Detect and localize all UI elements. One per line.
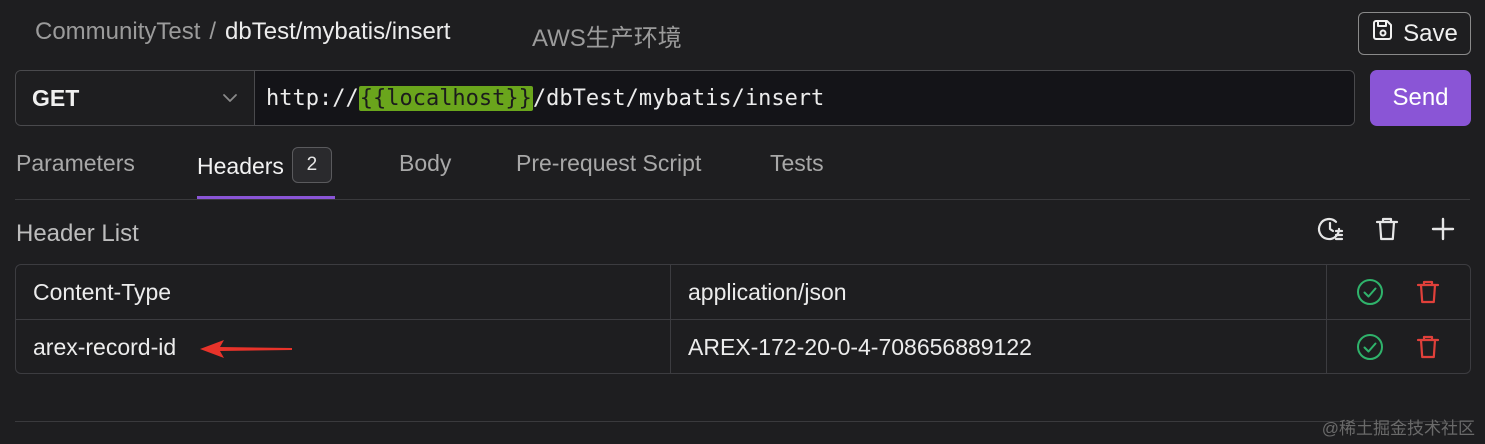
history-icon[interactable]: [1315, 214, 1345, 244]
url-suffix: /dbTest/mybatis/insert: [532, 85, 825, 111]
add-header-plus-icon[interactable]: [1428, 214, 1458, 244]
header-key: Content-Type: [33, 278, 172, 305]
url-input[interactable]: http://{{localhost}}/dbTest/mybatis/inse…: [255, 71, 1354, 125]
tab-tests[interactable]: Tests: [770, 150, 824, 177]
method-value: GET: [32, 84, 80, 111]
headers-count-badge: 2: [291, 147, 332, 183]
save-button[interactable]: Save: [1358, 12, 1471, 55]
tab-headers[interactable]: Headers 2: [197, 147, 332, 186]
header-value: application/json: [688, 278, 847, 305]
delete-row-trash-icon[interactable]: [1413, 332, 1443, 362]
header-key-cell[interactable]: arex-record-id: [16, 320, 671, 373]
environment-label[interactable]: AWS生产环境: [532, 18, 682, 53]
watermark: @稀土掘金技术社区: [1321, 419, 1475, 438]
header-key-cell[interactable]: Content-Type: [16, 265, 671, 319]
tab-headers-label: Headers: [197, 153, 284, 180]
header-value-cell[interactable]: application/json: [671, 265, 1327, 319]
url-variable: {{localhost}}: [358, 85, 533, 111]
header-value-cell[interactable]: AREX-172-20-0-4-708656889122: [671, 320, 1327, 373]
row-actions: [1327, 265, 1470, 319]
bottom-divider: [15, 421, 1470, 422]
request-bar: GET http://{{localhost}}/dbTest/mybatis/…: [15, 70, 1355, 126]
clear-all-trash-icon[interactable]: [1372, 214, 1402, 244]
chevron-down-icon: [220, 87, 240, 107]
header-key: arex-record-id: [33, 334, 177, 360]
breadcrumb-request-path[interactable]: dbTest/mybatis/insert: [225, 18, 450, 46]
check-circle-icon[interactable]: [1355, 277, 1385, 307]
save-icon: [1371, 18, 1395, 49]
tab-parameters[interactable]: Parameters: [16, 150, 135, 177]
save-button-label: Save: [1403, 19, 1458, 47]
breadcrumb: CommunityTest / dbTest/mybatis/insert: [35, 18, 450, 46]
delete-row-trash-icon[interactable]: [1413, 277, 1443, 307]
tab-body[interactable]: Body: [399, 150, 451, 177]
breadcrumb-separator: /: [209, 18, 217, 45]
table-row: Content-Type application/json: [16, 265, 1470, 320]
tabs-divider: [15, 199, 1470, 200]
request-tabs: Parameters Headers 2 Body Pre-request Scr…: [0, 130, 1485, 200]
check-circle-icon[interactable]: [1355, 332, 1385, 362]
tab-pre-request-script[interactable]: Pre-request Script: [516, 150, 701, 177]
header-list-title: Header List: [16, 220, 139, 247]
url-prefix: http://: [266, 85, 359, 111]
breadcrumb-workspace[interactable]: CommunityTest: [35, 18, 200, 46]
top-bar: CommunityTest / dbTest/mybatis/insert AW…: [0, 0, 1485, 68]
header-value: AREX-172-20-0-4-708656889122: [688, 334, 1032, 360]
row-actions: [1327, 320, 1470, 373]
method-select[interactable]: GET: [16, 71, 255, 125]
send-button[interactable]: Send: [1370, 70, 1471, 126]
annotation-arrow-icon: [198, 337, 294, 361]
